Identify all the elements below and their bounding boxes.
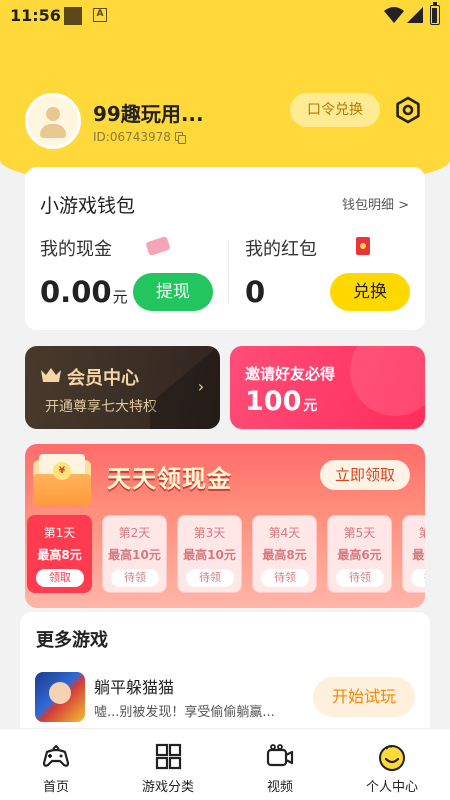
invite-title: 邀请好友必得 — [245, 365, 336, 383]
wallet-title: 小游戏钱包 — [40, 195, 136, 217]
status-time: 11:56 — [10, 6, 61, 25]
nav-label: 视频 — [266, 780, 293, 795]
code-exchange-button[interactable]: 口令兑换 — [290, 93, 380, 127]
day-box[interactable]: 第2天最高10元待领 — [102, 515, 167, 593]
day-status[interactable]: 待领 — [186, 569, 234, 587]
invite-unit: 元 — [303, 398, 318, 414]
nav-home[interactable]: 首页 — [0, 729, 112, 800]
nav-label: 个人中心 — [365, 780, 418, 795]
copy-icon[interactable] — [175, 132, 187, 144]
cash-label: 我的现金 — [40, 239, 112, 260]
game-description: 嘘...别被发现！享受偷偷躺赢... — [94, 705, 275, 720]
wallet-detail-link[interactable]: 钱包明细 > — [342, 194, 409, 213]
gamepad-icon — [42, 744, 70, 767]
status-bar: 11:56 A — [0, 0, 450, 32]
day-amount: 最高8元 — [262, 548, 307, 562]
chevron-right-icon: › — [197, 377, 205, 396]
day-box[interactable]: 第3天最高10元待领 — [177, 515, 242, 593]
start-play-button[interactable]: 开始试玩 — [313, 677, 415, 717]
coin-icon: ¥ — [53, 462, 71, 480]
day-status[interactable]: 待领 — [261, 569, 309, 587]
redpacket-label: 我的红包 — [245, 239, 317, 260]
username[interactable]: 99趣玩用... — [93, 98, 204, 127]
a-notification-icon: A — [93, 8, 107, 22]
day-name: 第6天 — [418, 526, 425, 540]
day-status[interactable]: 领取 — [36, 569, 84, 587]
video-icon — [266, 744, 294, 767]
day-status[interactable]: 待领 — [111, 569, 159, 587]
day-status[interactable]: 待领 — [411, 569, 425, 587]
day-amount: 最高8元 — [37, 548, 82, 562]
daily-cash-banner: ¥ 天天领现金 立即领取 第1天 最高8元 领取 第2天 最高10元 待领 第3天 最高10元… — [25, 444, 425, 608]
settings-icon[interactable] — [394, 96, 422, 124]
day-box[interactable]: 第6天最高8元待领 — [402, 515, 425, 593]
avatar[interactable] — [25, 93, 81, 149]
nav-video[interactable]: 视频 — [224, 729, 336, 800]
day-status[interactable]: 待领 — [336, 569, 384, 587]
day-amount: 最高10元 — [183, 548, 236, 562]
cash-icon — [145, 235, 171, 257]
invite-amount: 100 元 — [245, 386, 318, 417]
game-name[interactable]: 躺平躲猫猫 — [94, 674, 174, 698]
bottom-nav: 首页 游戏分类 视频 个人中心 — [0, 728, 450, 800]
cash-unit: 元 — [112, 288, 128, 306]
smiley-icon — [379, 745, 405, 771]
day-name: 第4天 — [268, 526, 301, 540]
day-name: 第2天 — [118, 526, 151, 540]
day-box[interactable]: 第5天最高6元待领 — [327, 515, 392, 593]
grid-icon — [155, 743, 182, 770]
nav-label: 首页 — [42, 780, 69, 795]
daily-title: 天天领现金 — [107, 465, 232, 493]
member-subtitle: 开通尊享七大特权 — [45, 399, 157, 415]
day-amount: 最高8元 — [412, 548, 425, 562]
signal-icon — [407, 7, 423, 23]
nav-label: 游戏分类 — [141, 780, 194, 795]
wallet-divider — [228, 241, 229, 303]
more-games-title: 更多游戏 — [36, 630, 108, 651]
day-name: 第5天 — [343, 526, 376, 540]
member-title: 会员中心 — [67, 368, 139, 389]
invite-friends-banner[interactable]: 邀请好友必得 100 元 — [230, 346, 425, 429]
day-name: 第1天 — [43, 526, 76, 540]
user-id: ID:06743978 — [93, 130, 171, 144]
claim-now-button[interactable]: 立即领取 — [320, 460, 410, 490]
day-box[interactable]: 第4天最高8元待领 — [252, 515, 317, 593]
wallet-card: 小游戏钱包 钱包明细 > 我的现金 0.00元 提现 我的红包 0 兑换 — [25, 167, 425, 330]
redpacket-icon — [356, 237, 370, 255]
day-box[interactable]: 第1天最高8元领取 — [27, 515, 92, 593]
day-name: 第3天 — [193, 526, 226, 540]
withdraw-button[interactable]: 提现 — [133, 273, 213, 311]
crown-icon — [41, 368, 61, 382]
battery-icon — [430, 2, 440, 25]
wifi-icon — [384, 7, 404, 23]
nav-game-categories[interactable]: 游戏分类 — [112, 729, 224, 800]
more-games-section: 更多游戏 躺平躲猫猫 嘘...别被发现！享受偷偷躺赢... 开始试玩 — [20, 612, 430, 742]
day-amount: 最高6元 — [337, 548, 382, 562]
exchange-button[interactable]: 兑换 — [330, 273, 410, 311]
nav-personal-center[interactable]: 个人中心 — [336, 729, 448, 800]
cash-amount: 0.00元 — [40, 275, 128, 309]
daily-days-row: 第1天 最高8元 领取 第2天 最高10元 待领 第3天 最高10元 待领 第4天 最高8元 待领 第5… — [25, 515, 425, 593]
notification-square-icon — [64, 7, 82, 25]
day-amount: 最高10元 — [108, 548, 161, 562]
game-thumbnail[interactable] — [35, 672, 85, 722]
redpacket-amount: 0 — [245, 275, 266, 309]
